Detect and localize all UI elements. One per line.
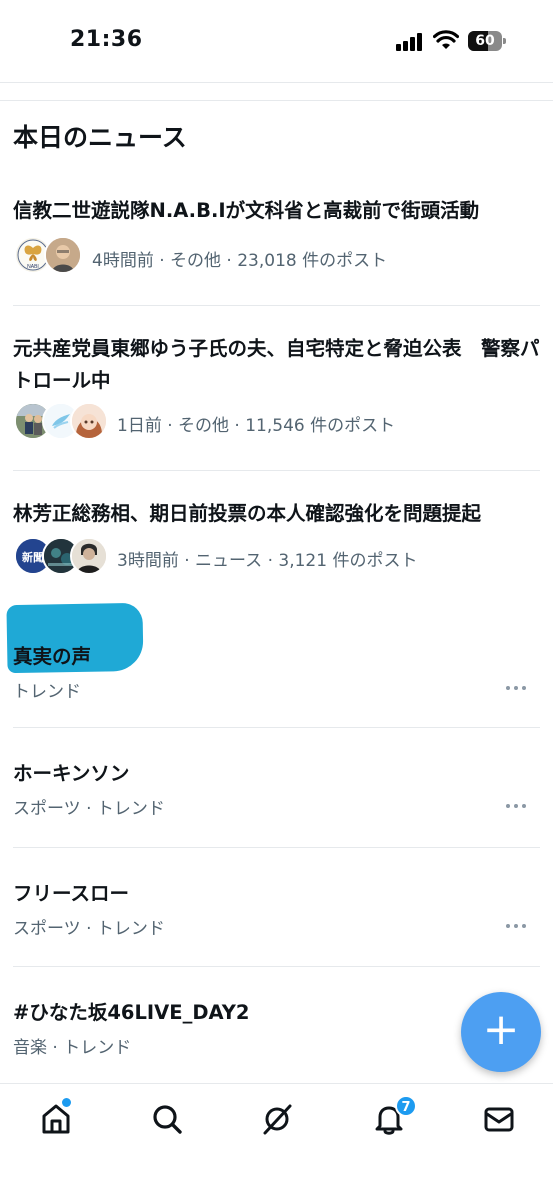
trend-meta: トレンド bbox=[13, 682, 81, 702]
home-icon bbox=[42, 1104, 70, 1134]
grok-tab[interactable] bbox=[260, 1102, 294, 1136]
home-tab[interactable] bbox=[39, 1102, 73, 1136]
news-headline: 元共産党員東郷ゆう子氏の夫、自宅特定と脅迫公表 警察パトロール中 bbox=[13, 337, 540, 392]
svg-text:NABI: NABI bbox=[27, 264, 39, 270]
avatar bbox=[44, 236, 82, 274]
news-meta: 4時間前 · その他 · 23,018 件のポスト bbox=[92, 251, 388, 271]
grok-icon bbox=[263, 1104, 292, 1135]
more-icon[interactable] bbox=[506, 922, 528, 930]
battery-icon: 60 bbox=[468, 31, 506, 51]
news-headline: 信教二世遊説隊N.A.B.Iが文科省と高裁前で街頭活動 bbox=[13, 199, 480, 222]
divider bbox=[13, 305, 540, 306]
news-item[interactable]: 元共産党員東郷ゆう子氏の夫、自宅特定と脅迫公表 警察パトロール中 1日前 · そ… bbox=[0, 330, 553, 470]
cellular-signal-icon bbox=[396, 33, 426, 51]
trend-name: 真実の声 bbox=[13, 645, 92, 668]
trend-item[interactable]: フリースロー スポーツ · トレンド bbox=[0, 865, 553, 966]
messages-tab[interactable] bbox=[482, 1102, 516, 1136]
trend-meta: スポーツ · トレンド bbox=[13, 919, 165, 939]
trend-name: #ひなた坂46LIVE_DAY2 bbox=[13, 1001, 250, 1024]
battery-level: 60 bbox=[475, 33, 495, 49]
svg-text:新聞: 新聞 bbox=[22, 550, 44, 564]
news-avatars: NABI bbox=[14, 236, 84, 276]
section-divider bbox=[0, 100, 553, 101]
search-tab[interactable] bbox=[150, 1102, 184, 1136]
more-icon[interactable] bbox=[506, 684, 528, 692]
news-meta: 1日前 · その他 · 11,546 件のポスト bbox=[117, 416, 396, 436]
search-icon bbox=[153, 1105, 182, 1134]
news-meta: 3時間前 · ニュース · 3,121 件のポスト bbox=[117, 551, 418, 571]
news-item[interactable]: 林芳正総務相、期日前投票の本人確認強化を問題提起 新聞 3時間前 · ニュース … bbox=[0, 495, 553, 595]
bottom-tab-bar: 7 bbox=[0, 1083, 553, 1200]
divider bbox=[13, 847, 540, 848]
home-unread-dot bbox=[62, 1098, 71, 1107]
divider bbox=[13, 727, 540, 728]
section-title: 本日のニュース bbox=[13, 123, 187, 152]
plus-icon: + bbox=[482, 1004, 520, 1055]
more-icon[interactable] bbox=[506, 802, 528, 810]
compose-button[interactable]: + bbox=[461, 992, 541, 1072]
messages-icon bbox=[484, 1107, 514, 1132]
status-bar: 21:36 60 bbox=[0, 0, 553, 84]
divider bbox=[13, 966, 540, 967]
header-divider bbox=[0, 82, 553, 83]
divider bbox=[13, 470, 540, 471]
news-headline: 林芳正総務相、期日前投票の本人確認強化を問題提起 bbox=[13, 502, 482, 525]
trend-name: ホーキンソン bbox=[13, 762, 130, 785]
news-avatars: 新聞 bbox=[14, 537, 108, 577]
trend-meta: 音楽 · トレンド bbox=[13, 1038, 132, 1058]
trend-item[interactable]: ホーキンソン スポーツ · トレンド bbox=[0, 745, 553, 847]
notifications-badge: 7 bbox=[395, 1095, 417, 1117]
trend-meta: スポーツ · トレンド bbox=[13, 799, 165, 819]
trend-item[interactable]: 真実の声 トレンド bbox=[0, 630, 553, 728]
status-time: 21:36 bbox=[70, 27, 143, 52]
trend-name: フリースロー bbox=[13, 882, 130, 905]
wifi-icon bbox=[432, 29, 460, 51]
news-item[interactable]: 信教二世遊説隊N.A.B.Iが文科省と高裁前で街頭活動 NABI 4時間前 · … bbox=[0, 190, 553, 305]
news-avatars bbox=[14, 402, 108, 442]
avatar bbox=[70, 402, 108, 440]
avatar bbox=[70, 537, 108, 575]
